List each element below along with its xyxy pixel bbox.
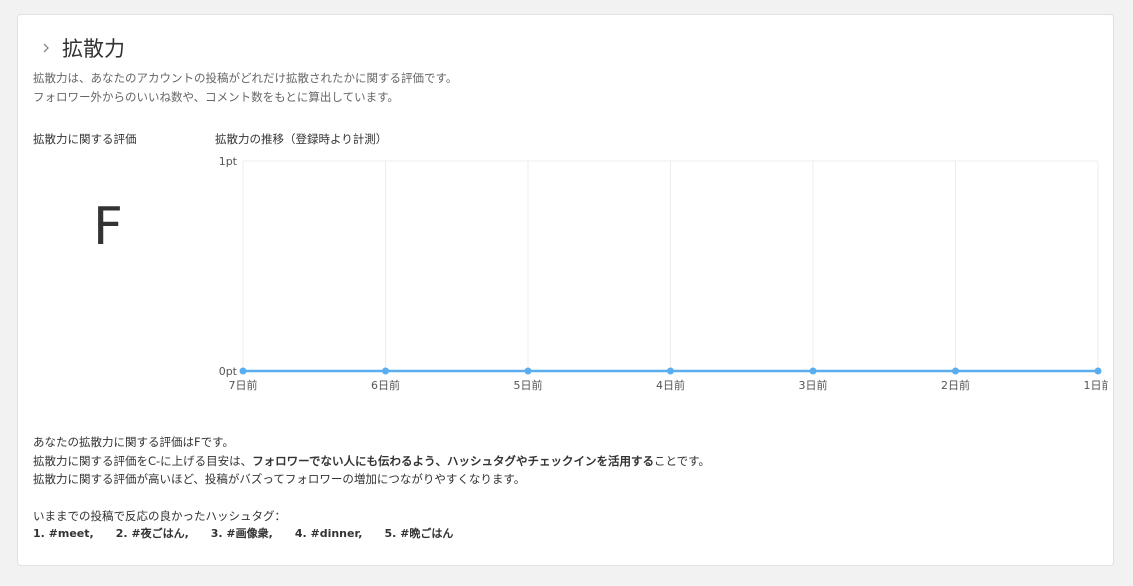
- x-tick-label: 1日前: [1084, 378, 1109, 392]
- hashtags-label: いままでの投稿で反応の良かったハッシュタグ：: [33, 508, 286, 523]
- x-tick-label: 4日前: [656, 378, 685, 392]
- summary-text: ことです。: [654, 453, 711, 468]
- data-point: [667, 367, 674, 375]
- summary-line: 拡散力に関する評価をC-に上げる目安は、フォロワーでない人にも伝わるよう、ハッシ…: [33, 452, 710, 471]
- x-tick-label: 6日前: [371, 378, 400, 392]
- hashtag-item: 1. #meet,: [33, 527, 94, 540]
- x-tick-label: 5日前: [514, 378, 543, 392]
- summary-block: あなたの拡散力に関する評価はFです。 拡散力に関する評価をC-に上げる目安は、フ…: [33, 433, 710, 544]
- data-point: [239, 367, 247, 375]
- hashtag-item: 4. #dinner,: [294, 527, 363, 540]
- data-point: [809, 367, 817, 375]
- x-tick-label: 2日前: [941, 378, 970, 392]
- data-point: [952, 367, 959, 375]
- hashtag-item: 2. #夜ごはん,: [115, 527, 189, 540]
- x-tick-label: 3日前: [799, 378, 828, 392]
- spread-line-chart: 1pt 0pt7日前 6日前 5日前 4日前 3日前 2日前 1日前: [219, 155, 1109, 392]
- hashtag-item: 3. #画像衆,: [210, 527, 273, 540]
- summary-line: 拡散力に関する評価が高いほど、投稿がバズってフォロワーの増加につながりやすくなり…: [33, 472, 526, 486]
- summary-text: 拡散力に関する評価をC-に上げる目安は、: [33, 453, 253, 468]
- x-tick-label: 7日前: [229, 378, 258, 392]
- summary-line: あなたの拡散力に関する評価はFです。: [33, 435, 234, 449]
- spread-card: 拡散力 拡散力は、あなたのアカウントの投稿がどれだけ拡散されたかに関する評価です…: [17, 14, 1114, 566]
- description-line: 拡散力は、あなたのアカウントの投稿がどれだけ拡散されたかに関する評価です。: [33, 71, 458, 85]
- section-header[interactable]: 拡散力: [40, 33, 125, 63]
- data-point: [382, 367, 389, 375]
- data-point: [1094, 367, 1102, 375]
- hashtag-list: 1. #meet, 2. #夜ごはん, 3. #画像衆, 4. #dinner,…: [33, 525, 710, 544]
- y-tick-label: 1pt: [219, 155, 238, 168]
- evaluation-label: 拡散力に関する評価: [33, 132, 137, 146]
- hashtag-item: 5. #晩ごはん: [384, 527, 454, 540]
- y-tick-label: 0pt: [219, 365, 238, 378]
- section-description: 拡散力は、あなたのアカウントの投稿がどれだけ拡散されたかに関する評価です。 フォ…: [33, 69, 457, 107]
- description-line: フォロワー外からのいいね数や、コメント数をもとに算出しています。: [33, 90, 399, 104]
- summary-emphasis: フォロワーでない人にも伝わるよう、ハッシュタグやチェックインを活用する: [252, 453, 654, 468]
- section-title: 拡散力: [62, 37, 125, 61]
- evaluation-grade: F: [93, 197, 123, 257]
- data-point: [524, 367, 532, 375]
- chevron-right-icon[interactable]: [40, 42, 52, 54]
